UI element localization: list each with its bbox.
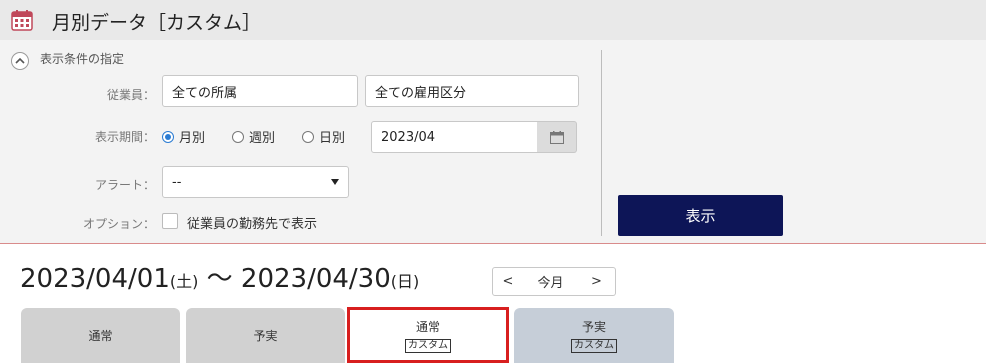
department-select[interactable]: 全ての所属 (162, 75, 358, 107)
period-radio-weekly[interactable]: 週別 (232, 127, 275, 146)
collapse-toggle-icon[interactable] (11, 52, 29, 70)
period-radio-monthly[interactable]: 月別 (162, 127, 205, 146)
title-bar: 月別データ［カスタム］ (0, 0, 986, 40)
vertical-divider (601, 50, 602, 236)
tab-label: 予実 (253, 329, 278, 343)
tab-plan-actual-custom[interactable]: 予実 カスタム (514, 308, 674, 363)
date-picker-button[interactable] (537, 121, 577, 153)
page-title: 月別データ［カスタム］ (52, 12, 262, 34)
range-separator: 〜 (206, 264, 233, 294)
tab-normal-custom[interactable]: 通常 カスタム (347, 307, 509, 363)
range-start-dow: (土) (169, 272, 199, 291)
tab-plan-actual[interactable]: 予実 (186, 308, 345, 363)
chevron-left-icon: < (502, 274, 514, 289)
radio-monthly-icon[interactable] (162, 130, 174, 143)
tab-label: 通常 (415, 319, 440, 334)
calendar-picker-icon (550, 131, 564, 144)
period-label: 表示期間： (94, 130, 155, 144)
show-button[interactable]: 表示 (618, 195, 783, 236)
date-input[interactable]: 2023/04 (371, 121, 538, 153)
tab-custom-badge: カスタム (571, 339, 617, 353)
date-value: 2023/04 (381, 129, 436, 145)
conditions-title: 表示条件の指定 (40, 52, 125, 66)
chevron-right-icon: > (591, 274, 602, 289)
employment-type-value: 全ての雇用区分 (375, 85, 467, 101)
employment-type-select[interactable]: 全ての雇用区分 (365, 75, 579, 107)
radio-daily-icon[interactable] (302, 130, 314, 143)
date-range: 2023/04/01(土) 〜 2023/04/30(日) (20, 258, 419, 295)
work-location-checkbox-label[interactable]: 従業員の勤務先で表示 (187, 213, 317, 232)
option-label: オプション： (82, 217, 155, 231)
prev-month-button[interactable]: < (492, 267, 524, 296)
range-end: 2023/04/30 (240, 264, 391, 294)
alert-select[interactable]: -- (162, 166, 349, 198)
tab-label: 通常 (88, 329, 113, 343)
tab-custom-badge: カスタム (405, 338, 451, 353)
tab-label: 予実 (581, 320, 606, 334)
employee-label: 従業員： (106, 88, 155, 102)
range-end-dow: (日) (390, 272, 420, 291)
next-month-button[interactable]: > (578, 267, 616, 296)
department-value: 全ての所属 (172, 85, 238, 101)
calendar-icon (11, 10, 33, 31)
work-location-checkbox[interactable] (162, 213, 178, 229)
dropdown-arrow-icon (331, 179, 339, 185)
radio-weekly-icon[interactable] (232, 130, 244, 143)
tab-normal[interactable]: 通常 (21, 308, 180, 363)
alert-value: -- (172, 174, 182, 190)
radio-monthly-label: 月別 (179, 131, 206, 146)
period-radio-daily[interactable]: 日別 (302, 127, 345, 146)
radio-weekly-label: 週別 (249, 131, 276, 146)
radio-daily-label: 日別 (319, 131, 346, 146)
current-month-button[interactable]: 今月 (523, 267, 579, 296)
range-start: 2023/04/01 (20, 264, 170, 294)
alert-label: アラート： (94, 178, 155, 192)
